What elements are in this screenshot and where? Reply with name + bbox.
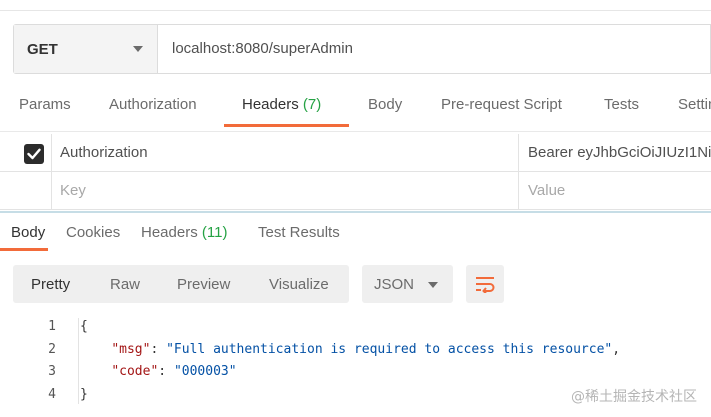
response-active-indicator (0, 248, 48, 251)
check-icon (27, 148, 41, 160)
line-number: 1 (48, 319, 56, 334)
view-mode-group: Pretty Raw Preview Visualize (13, 265, 349, 303)
method-label: GET (27, 40, 58, 58)
tab-headers[interactable]: Headers (7) (242, 96, 321, 113)
line-number: 3 (48, 364, 56, 379)
raw-button[interactable]: Raw (110, 276, 140, 293)
tab-tests[interactable]: Tests (604, 96, 639, 113)
chevron-down-icon (133, 46, 143, 52)
wrap-lines-button[interactable] (466, 265, 504, 303)
response-tab-body[interactable]: Body (11, 224, 45, 241)
tab-params[interactable]: Params (19, 96, 71, 113)
tabs-divider (0, 131, 711, 132)
response-tab-cookies[interactable]: Cookies (66, 224, 120, 241)
json-key: "code" (111, 364, 159, 379)
tab-body[interactable]: Body (368, 96, 402, 113)
checkbox-cell (0, 134, 52, 171)
code-line[interactable]: "msg": "Full authentication is required … (80, 342, 620, 357)
key-input[interactable]: Key (60, 182, 86, 199)
response-tab-headers[interactable]: Headers (11) (141, 224, 227, 241)
language-label: JSON (374, 276, 415, 293)
url-input[interactable]: localhost:8080/superAdmin (172, 40, 353, 57)
code-gutter (78, 318, 79, 404)
json-key: "msg" (111, 342, 151, 357)
table-row: Authorization Bearer eyJhbGciOiJIUzI1NiJ (0, 134, 711, 172)
response-tab-test-results[interactable]: Test Results (258, 224, 340, 241)
pretty-button[interactable]: Pretty (31, 276, 70, 293)
code-line[interactable]: "code": "000003" (80, 364, 237, 379)
active-tab-indicator (224, 124, 349, 127)
close-brace: } (80, 387, 88, 402)
preview-button[interactable]: Preview (177, 276, 230, 293)
top-divider (0, 10, 711, 11)
request-bar: GET localhost:8080/superAdmin (13, 24, 711, 74)
code-line[interactable]: { (80, 319, 88, 334)
visualize-button[interactable]: Visualize (269, 276, 329, 293)
json-string: "Full authentication is required to acce… (166, 342, 613, 357)
header-value[interactable]: Bearer eyJhbGciOiJIUzI1NiJ (528, 144, 711, 161)
wrap-icon (476, 277, 495, 293)
header-key[interactable]: Authorization (60, 144, 148, 161)
chevron-down-icon (428, 282, 438, 288)
enabled-checkbox[interactable] (24, 144, 44, 164)
line-number: 2 (48, 342, 56, 357)
code-line[interactable]: } (80, 387, 88, 402)
open-brace: { (80, 319, 88, 334)
tab-settings[interactable]: Settin (678, 96, 711, 113)
line-number: 4 (48, 387, 56, 402)
watermark: @稀土掘金技术社区 (571, 389, 697, 405)
response-headers-count: (11) (201, 224, 228, 241)
column-divider (518, 134, 519, 171)
response-divider[interactable] (0, 211, 711, 213)
tab-pre-request-script[interactable]: Pre-request Script (441, 96, 562, 113)
column-divider (518, 172, 519, 209)
headers-count: (7) (302, 96, 322, 113)
checkbox-cell (0, 172, 52, 209)
request-tabs: Params Authorization Headers (7) Body Pr… (0, 96, 711, 128)
value-input[interactable]: Value (528, 182, 565, 199)
method-select[interactable]: GET (14, 25, 158, 73)
table-row: Key Value (0, 172, 711, 210)
language-select[interactable]: JSON (362, 265, 453, 303)
tab-authorization[interactable]: Authorization (109, 96, 197, 113)
json-string: "000003" (173, 364, 237, 379)
